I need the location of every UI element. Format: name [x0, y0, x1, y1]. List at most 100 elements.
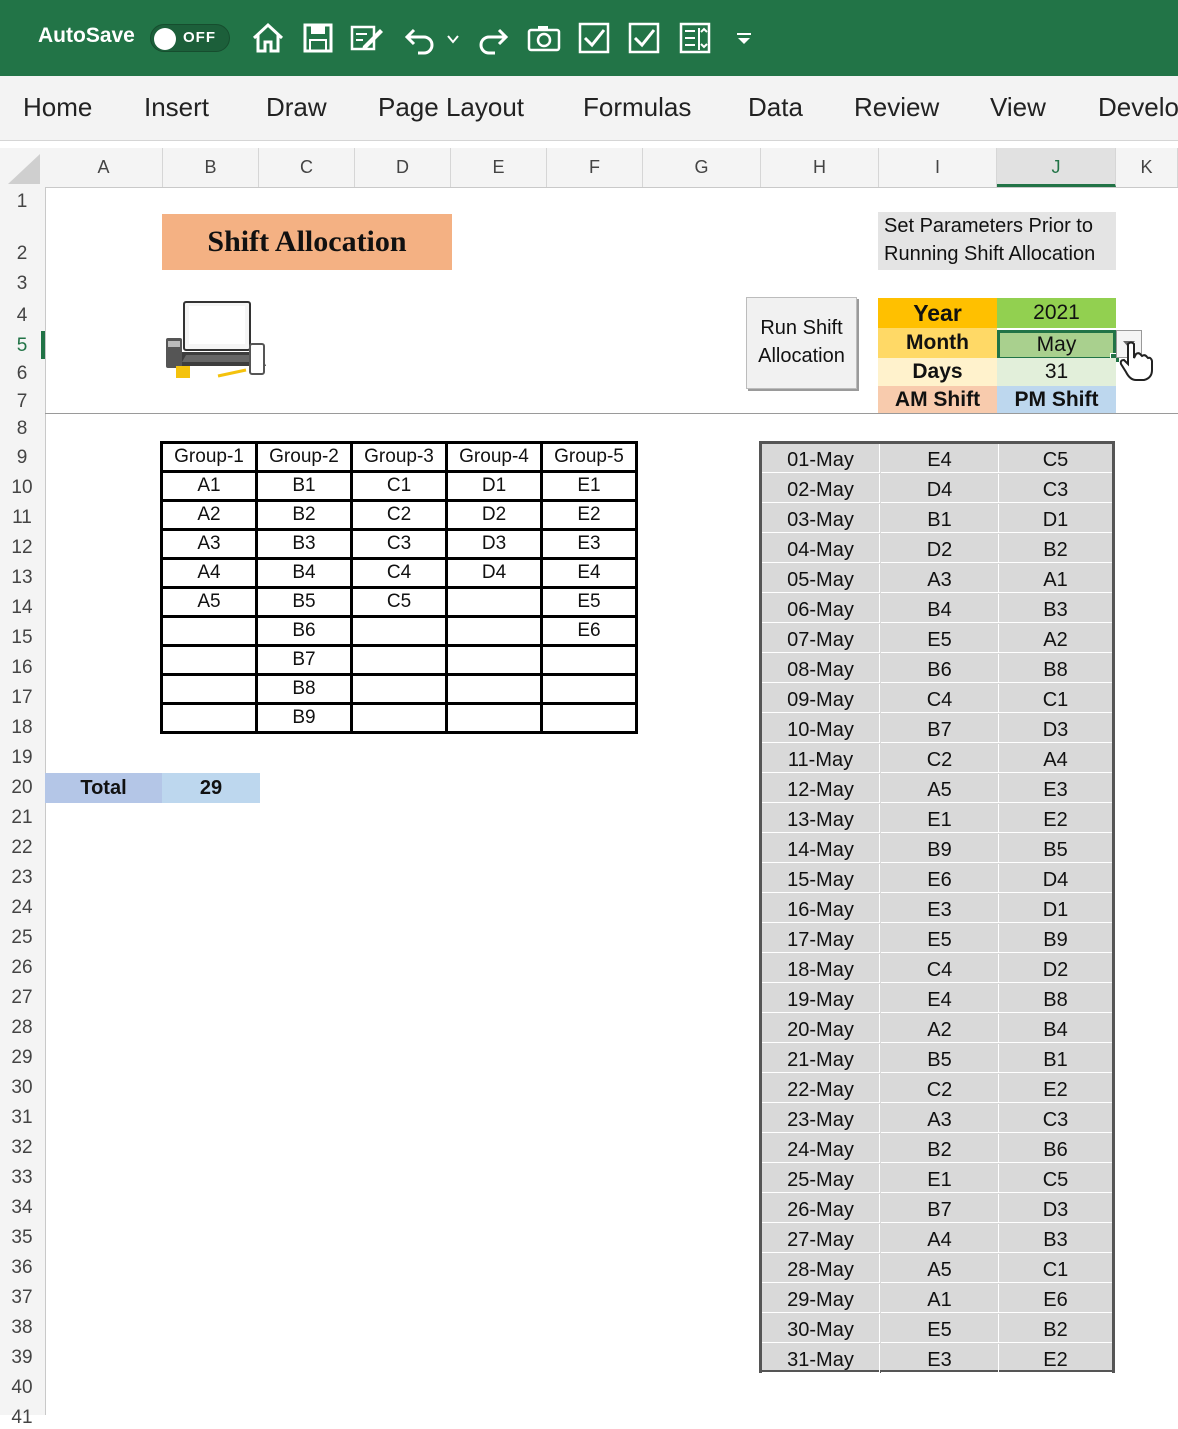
schedule-date-cell[interactable]: 27-May [762, 1224, 880, 1253]
schedule-am-cell[interactable]: E3 [881, 1344, 999, 1373]
group-member-cell[interactable]: B7 [255, 644, 353, 676]
schedule-date-cell[interactable]: 08-May [762, 654, 880, 683]
schedule-am-cell[interactable]: A4 [881, 1224, 999, 1253]
schedule-date-cell[interactable]: 26-May [762, 1194, 880, 1223]
schedule-pm-cell[interactable]: D4 [999, 864, 1112, 893]
year-value[interactable]: 2021 [997, 298, 1116, 328]
schedule-am-cell[interactable]: E1 [881, 804, 999, 833]
schedule-pm-cell[interactable]: C5 [999, 1164, 1112, 1193]
schedule-pm-cell[interactable]: D3 [999, 1194, 1112, 1223]
row-header[interactable]: 33 [0, 1167, 44, 1189]
schedule-pm-cell[interactable]: B2 [999, 1314, 1112, 1343]
schedule-pm-cell[interactable]: B5 [999, 834, 1112, 863]
group-member-cell[interactable]: C5 [350, 586, 448, 618]
chevron-down-icon[interactable] [446, 32, 460, 46]
schedule-date-cell[interactable]: 18-May [762, 954, 880, 983]
row-header[interactable]: 15 [0, 627, 44, 649]
schedule-date-cell[interactable]: 21-May [762, 1044, 880, 1073]
group-member-cell[interactable]: E1 [540, 470, 638, 502]
schedule-am-cell[interactable]: A3 [881, 1104, 999, 1133]
schedule-date-cell[interactable]: 12-May [762, 774, 880, 803]
schedule-date-cell[interactable]: 06-May [762, 594, 880, 623]
group-member-cell[interactable]: C1 [350, 470, 448, 502]
schedule-date-cell[interactable]: 14-May [762, 834, 880, 863]
schedule-am-cell[interactable]: C2 [881, 744, 999, 773]
row-header[interactable]: 14 [0, 597, 44, 619]
column-header-a[interactable]: A [45, 148, 163, 187]
column-header-e[interactable]: E [451, 148, 547, 187]
row-header[interactable]: 28 [0, 1017, 44, 1039]
group-member-cell[interactable] [160, 644, 258, 676]
group-member-cell[interactable] [445, 702, 543, 734]
schedule-am-cell[interactable]: E5 [881, 924, 999, 953]
schedule-pm-cell[interactable]: B2 [999, 534, 1112, 563]
column-header-j[interactable]: J [997, 148, 1116, 187]
row-header[interactable]: 40 [0, 1377, 44, 1399]
row-header[interactable]: 16 [0, 657, 44, 679]
schedule-date-cell[interactable]: 02-May [762, 474, 880, 503]
schedule-am-cell[interactable]: E6 [881, 864, 999, 893]
group-member-cell[interactable]: A4 [160, 557, 258, 589]
schedule-pm-cell[interactable]: E2 [999, 1344, 1112, 1373]
schedule-am-cell[interactable]: B4 [881, 594, 999, 623]
row-header[interactable]: 22 [0, 837, 44, 859]
row-header[interactable]: 10 [0, 477, 44, 499]
schedule-am-cell[interactable]: E4 [881, 984, 999, 1013]
schedule-am-cell[interactable]: E4 [881, 444, 999, 473]
schedule-date-cell[interactable]: 05-May [762, 564, 880, 593]
tab-developer[interactable]: Develo [1098, 92, 1178, 123]
schedule-date-cell[interactable]: 30-May [762, 1314, 880, 1343]
schedule-am-cell[interactable]: E1 [881, 1164, 999, 1193]
row-header[interactable]: 24 [0, 897, 44, 919]
row-header[interactable]: 12 [0, 537, 44, 559]
select-all-icon[interactable] [8, 154, 40, 184]
month-value-cell[interactable]: May [997, 330, 1116, 360]
schedule-am-cell[interactable]: B5 [881, 1044, 999, 1073]
group-member-cell[interactable]: E5 [540, 586, 638, 618]
schedule-am-cell[interactable]: B2 [881, 1134, 999, 1163]
tab-review[interactable]: Review [854, 92, 939, 123]
group-member-cell[interactable]: B9 [255, 702, 353, 734]
row-header[interactable]: 11 [0, 507, 44, 529]
row-header[interactable]: 27 [0, 987, 44, 1009]
column-header-h[interactable]: H [761, 148, 879, 187]
tab-draw[interactable]: Draw [266, 92, 327, 123]
schedule-am-cell[interactable]: C2 [881, 1074, 999, 1103]
row-header[interactable]: 2 [0, 243, 44, 265]
group-member-cell[interactable]: A2 [160, 499, 258, 531]
column-header-d[interactable]: D [355, 148, 451, 187]
column-header-i[interactable]: I [879, 148, 997, 187]
row-header[interactable]: 38 [0, 1317, 44, 1339]
schedule-pm-cell[interactable]: D1 [999, 504, 1112, 533]
schedule-am-cell[interactable]: B6 [881, 654, 999, 683]
group-member-cell[interactable] [350, 615, 448, 647]
schedule-pm-cell[interactable]: B4 [999, 1014, 1112, 1043]
group-member-cell[interactable]: B5 [255, 586, 353, 618]
group-member-cell[interactable]: C2 [350, 499, 448, 531]
row-header[interactable]: 35 [0, 1227, 44, 1249]
schedule-pm-cell[interactable]: E3 [999, 774, 1112, 803]
group-member-cell[interactable]: D2 [445, 499, 543, 531]
row-header[interactable]: 8 [0, 418, 44, 440]
row-header[interactable]: 4 [0, 305, 44, 327]
group-member-cell[interactable] [160, 615, 258, 647]
group-member-cell[interactable] [445, 644, 543, 676]
row-header[interactable]: 7 [0, 391, 44, 413]
schedule-pm-cell[interactable]: A1 [999, 564, 1112, 593]
schedule-pm-cell[interactable]: B8 [999, 984, 1112, 1013]
group-member-cell[interactable]: E3 [540, 528, 638, 560]
row-header[interactable]: 6 [0, 363, 44, 385]
schedule-pm-cell[interactable]: A4 [999, 744, 1112, 773]
schedule-date-cell[interactable]: 15-May [762, 864, 880, 893]
schedule-pm-cell[interactable]: C3 [999, 474, 1112, 503]
tab-home[interactable]: Home [23, 92, 92, 123]
schedule-date-cell[interactable]: 25-May [762, 1164, 880, 1193]
tab-data[interactable]: Data [748, 92, 803, 123]
schedule-am-cell[interactable]: C4 [881, 954, 999, 983]
schedule-am-cell[interactable]: A5 [881, 774, 999, 803]
row-header[interactable]: 13 [0, 567, 44, 589]
group-member-cell[interactable] [540, 644, 638, 676]
checkbox-icon[interactable] [576, 20, 612, 56]
row-header[interactable]: 41 [0, 1407, 44, 1429]
column-header-f[interactable]: F [547, 148, 643, 187]
